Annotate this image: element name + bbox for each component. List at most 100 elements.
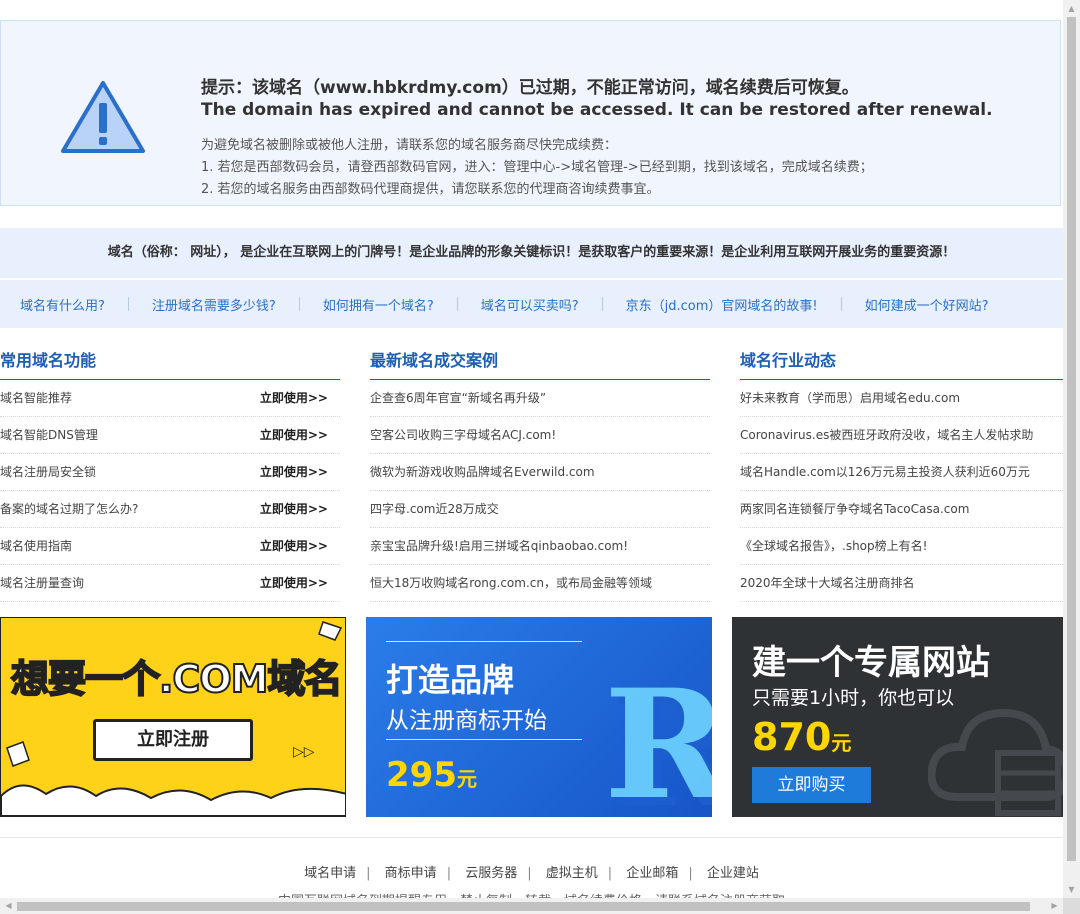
faq-link[interactable]: 如何建成一个好网站? bbox=[865, 295, 989, 314]
item-label[interactable]: 域名使用指南 bbox=[0, 539, 72, 553]
faq-link[interactable]: 京东（jd.com）官网域名的故事! bbox=[626, 295, 818, 314]
footer-sep: | bbox=[688, 866, 693, 881]
scrollbar-corner bbox=[1063, 898, 1080, 914]
list-item[interactable]: 微软为新游戏收购品牌域名Everwild.com bbox=[370, 454, 710, 491]
faq-divider bbox=[456, 297, 458, 311]
website-banner[interactable]: 建一个专属网站 只需要1小时，你也可以 870元 立即购买 bbox=[732, 617, 1063, 817]
faq-divider bbox=[601, 297, 603, 311]
list-item[interactable]: 域名注册局安全锁 立即使用>> bbox=[0, 454, 340, 491]
faq-link[interactable]: 域名有什么用? bbox=[20, 295, 105, 314]
item-label[interactable]: 域名智能推荐 bbox=[0, 391, 72, 405]
scroll-left-icon[interactable]: ◀ bbox=[0, 898, 17, 914]
banner-title: 建一个专属网站 bbox=[752, 643, 990, 683]
footer-link[interactable]: 虚拟主机 bbox=[546, 866, 598, 881]
notice-text-1: 为避免域名被删除或被他人注册，请联系您的域名服务商尽快完成续费： bbox=[201, 138, 618, 153]
expired-notice: 提示：该域名（www.hbkrdmy.com）已过期，不能正常访问，域名续费后可… bbox=[0, 20, 1061, 206]
faq-divider bbox=[840, 297, 842, 311]
faq-divider bbox=[127, 297, 129, 311]
list-item[interactable]: 恒大18万收购域名rong.com.cn，或布局金融等领域 bbox=[370, 565, 710, 602]
item-label[interactable]: 域名注册量查询 bbox=[0, 576, 84, 590]
scroll-right-icon[interactable]: ▶ bbox=[1046, 898, 1063, 914]
list-item[interactable]: 域名智能DNS管理 立即使用>> bbox=[0, 417, 340, 454]
item-label[interactable]: 域名智能DNS管理 bbox=[0, 428, 98, 442]
footer-link[interactable]: 企业邮箱 bbox=[626, 866, 678, 881]
vertical-scroll-thumb[interactable] bbox=[1067, 17, 1076, 861]
cases-column: 最新域名成交案例 企查查6周年官宣“新域名再升级” 空客公司收购三字母域名ACJ… bbox=[370, 346, 710, 602]
com-domain-banner[interactable]: 想要一个.COM域名 立即注册 ▷▷ bbox=[0, 617, 346, 817]
use-now-link[interactable]: 立即使用>> bbox=[260, 454, 328, 490]
list-item[interactable]: 《全球域名报告》，.shop榜上有名! bbox=[740, 528, 1063, 565]
footer-divider bbox=[0, 837, 1063, 838]
use-now-link[interactable]: 立即使用>> bbox=[260, 565, 328, 601]
warning-triangle-icon bbox=[61, 81, 145, 153]
list-item[interactable]: 域名注册量查询 立即使用>> bbox=[0, 565, 340, 602]
footer-link[interactable]: 域名申请 bbox=[304, 866, 356, 881]
horizontal-scrollbar[interactable]: ◀ ▶ bbox=[0, 898, 1063, 914]
footer-note: 中国互联网域名到期提醒专用，禁止复制，转载，域名续费价格，请联系域名注册商获取 bbox=[0, 890, 1063, 898]
price-unit: 元 bbox=[456, 767, 477, 791]
vertical-scrollbar[interactable]: ▲ ▼ bbox=[1063, 0, 1080, 898]
item-label[interactable]: 域名注册局安全锁 bbox=[0, 465, 96, 479]
use-now-link[interactable]: 立即使用>> bbox=[260, 417, 328, 453]
footer-link[interactable]: 云服务器 bbox=[465, 866, 517, 881]
footer-sep: | bbox=[446, 866, 452, 881]
page: 提示：该域名（www.hbkrdmy.com）已过期，不能正常访问，域名续费后可… bbox=[0, 0, 1063, 898]
banner-title: 打造品牌 bbox=[386, 661, 515, 699]
faq-links: 域名有什么用? 注册域名需要多少钱? 如何拥有一个域名? 域名可以买卖吗? 京东… bbox=[0, 280, 1063, 328]
play-arrows-icon: ▷▷ bbox=[293, 744, 315, 760]
features-title: 常用域名功能 bbox=[0, 346, 340, 380]
banner-price: 295元 bbox=[386, 755, 477, 795]
faq-link[interactable]: 域名可以买卖吗? bbox=[481, 295, 579, 314]
notice-title-en: The domain has expired and cannot be acc… bbox=[201, 100, 993, 120]
news-title: 域名行业动态 bbox=[740, 346, 1063, 380]
faq-link[interactable]: 如何拥有一个域名? bbox=[323, 295, 434, 314]
use-now-link[interactable]: 立即使用>> bbox=[260, 528, 328, 564]
cases-title: 最新域名成交案例 bbox=[370, 346, 710, 380]
buy-now-button[interactable]: 立即购买 bbox=[752, 767, 871, 803]
list-item[interactable]: 企查查6周年官宣“新域名再升级” bbox=[370, 380, 710, 417]
horizontal-scroll-thumb[interactable] bbox=[17, 902, 1030, 911]
banner-title: 想要一个.COM域名 bbox=[10, 656, 343, 702]
trademark-banner[interactable]: 打造品牌 从注册商标开始 295元 R bbox=[366, 617, 712, 817]
notice-title-cn: 提示：该域名（www.hbkrdmy.com）已过期，不能正常访问，域名续费后可… bbox=[201, 78, 859, 98]
list-item[interactable]: 备案的域名过期了怎么办? 立即使用>> bbox=[0, 491, 340, 528]
registered-trademark-icon: R bbox=[604, 657, 712, 817]
item-label[interactable]: 备案的域名过期了怎么办? bbox=[0, 502, 138, 516]
list-item[interactable]: 域名使用指南 立即使用>> bbox=[0, 528, 340, 565]
list-item[interactable]: 好未来教育（学而思）启用域名edu.com bbox=[740, 380, 1063, 417]
faq-divider bbox=[298, 297, 300, 311]
register-now-button[interactable]: 立即注册 bbox=[93, 719, 253, 761]
price-unit: 元 bbox=[831, 731, 852, 755]
slogan-band: 域名（俗称： 网址）， 是企业在互联网上的门牌号！是企业品牌的形象关键标识！是获… bbox=[0, 228, 1063, 278]
cloud-icon bbox=[1, 784, 345, 816]
footer-sep: | bbox=[607, 866, 613, 881]
list-item[interactable]: 域名Handle.com以126万元易主投资人获利近60万元 bbox=[740, 454, 1063, 491]
footer-links: 域名申请 | 商标申请 | 云服务器 | 虚拟主机 | 企业邮箱 | 企业建站 bbox=[0, 862, 1063, 881]
faq-link[interactable]: 注册域名需要多少钱? bbox=[152, 295, 276, 314]
divider-line bbox=[386, 641, 582, 642]
features-column: 常用域名功能 域名智能推荐 立即使用>> 域名智能DNS管理 立即使用>> 域名注册… bbox=[0, 346, 340, 602]
list-item[interactable]: 空客公司收购三字母域名ACJ.com! bbox=[370, 417, 710, 454]
banner-subtitle: 从注册商标开始 bbox=[386, 708, 547, 734]
scroll-up-icon[interactable]: ▲ bbox=[1063, 0, 1080, 17]
price-value: 870 bbox=[752, 715, 832, 759]
banner-subtitle: 只需要1小时，你也可以 bbox=[752, 687, 955, 709]
news-column: 域名行业动态 好未来教育（学而思）启用域名edu.com Coronavirus… bbox=[740, 346, 1063, 602]
list-item[interactable]: Coronavirus.es被西班牙政府没收，域名主人发帖求助 bbox=[740, 417, 1063, 454]
footer-link[interactable]: 商标申请 bbox=[385, 866, 437, 881]
use-now-link[interactable]: 立即使用>> bbox=[260, 380, 328, 416]
list-item[interactable]: 四字母.com近28万成交 bbox=[370, 491, 710, 528]
divider-line bbox=[386, 739, 582, 740]
footer-sep: | bbox=[366, 866, 371, 881]
list-item[interactable]: 2020年全球十大域名注册商排名 bbox=[740, 565, 1063, 602]
list-item[interactable]: 域名智能推荐 立即使用>> bbox=[0, 380, 340, 417]
use-now-link[interactable]: 立即使用>> bbox=[260, 491, 328, 527]
scroll-down-icon[interactable]: ▼ bbox=[1063, 881, 1080, 898]
list-item[interactable]: 亲宝宝品牌升级!启用三拼域名qinbaobao.com! bbox=[370, 528, 710, 565]
footer-link[interactable]: 企业建站 bbox=[707, 866, 759, 881]
price-value: 295 bbox=[386, 755, 457, 795]
list-item[interactable]: 两家同名连锁餐厅争夺域名TacoCasa.com bbox=[740, 491, 1063, 528]
banner-price: 870元 bbox=[752, 715, 851, 759]
footer-sep: | bbox=[527, 866, 532, 881]
notice-text-2: 1. 若您是西部数码会员，请登西部数码官网，进入：管理中心->域名管理->已经到… bbox=[201, 160, 873, 175]
